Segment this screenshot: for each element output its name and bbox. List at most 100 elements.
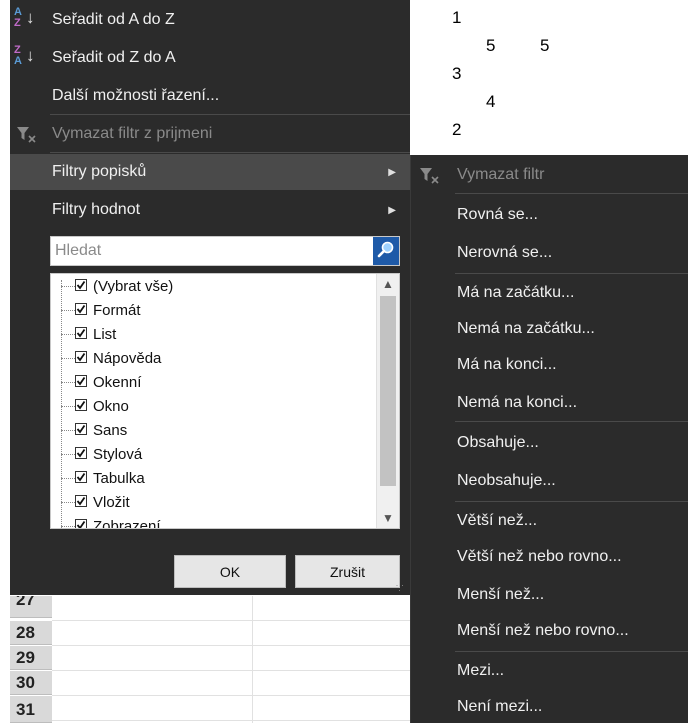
submenu-item-greater-or-equal[interactable]: Větší než nebo rovno... <box>411 541 688 573</box>
menu-separator <box>50 152 410 153</box>
sort-za-item[interactable]: Z A ↓ Seřadit od Z do A <box>10 40 410 76</box>
grid-line <box>252 596 253 723</box>
submenu-item-less-than[interactable]: Menší než... <box>411 579 688 611</box>
submenu-item-label: Nemá na začátku... <box>457 320 595 337</box>
checkbox[interactable] <box>75 279 87 291</box>
tree-line <box>61 478 75 479</box>
search-button[interactable] <box>373 237 399 265</box>
submenu-item-label: Rovná se... <box>457 206 538 223</box>
submenu-clear-filter-item[interactable]: Vymazat filtr <box>411 159 688 191</box>
chevron-down-icon[interactable]: ▼ <box>377 508 399 528</box>
ok-button[interactable]: OK <box>174 555 286 588</box>
checkbox[interactable] <box>75 327 87 339</box>
check-icon <box>76 496 86 506</box>
tree-line <box>61 406 75 407</box>
clear-filter-icon <box>16 126 40 144</box>
submenu-item-not-begins-with[interactable]: Nemá na začátku... <box>411 313 688 345</box>
submenu-item-not-equals[interactable]: Nerovná se... <box>411 237 688 269</box>
grid-line <box>52 620 412 621</box>
cancel-button[interactable]: Zrušit <box>295 555 400 588</box>
submenu-item-less-or-equal[interactable]: Menší než nebo rovno... <box>411 615 688 647</box>
submenu-item-label: Větší než nebo rovno... <box>457 548 622 565</box>
list-item-label: Okenní <box>93 373 142 391</box>
row-number: 29 <box>16 647 35 667</box>
checkbox[interactable] <box>75 303 87 315</box>
list-item-label: List <box>93 325 117 343</box>
sort-descending-icon: Z A ↓ <box>14 44 35 67</box>
submenu-item-ends-with[interactable]: Má na konci... <box>411 349 688 381</box>
submenu-item-label: Nemá na konci... <box>457 394 578 411</box>
submenu-item-begins-with[interactable]: Má na začátku... <box>411 277 688 309</box>
checkbox[interactable] <box>75 351 87 363</box>
checkbox[interactable] <box>75 495 87 507</box>
menu-separator <box>455 273 688 274</box>
check-icon <box>76 280 86 290</box>
cell-value: 1 <box>452 8 462 27</box>
check-icon <box>76 304 86 314</box>
submenu-item-not-ends-with[interactable]: Nemá na konci... <box>411 387 688 419</box>
sort-az-label: Seřadit od A do Z <box>52 11 175 28</box>
tree-line <box>61 310 75 311</box>
cell-value: 5 <box>540 36 550 55</box>
submenu-item-label: Má na začátku... <box>457 284 575 301</box>
cell-value: 2 <box>452 120 462 139</box>
list-item-label: Okno <box>93 397 129 415</box>
resize-grip-icon[interactable]: · · · <box>396 581 405 595</box>
row-header-29[interactable]: 29 <box>10 646 52 670</box>
clear-filter-item[interactable]: Vymazat filtr z prijmeni <box>10 116 410 152</box>
submenu-item-label: Obsahuje... <box>457 434 539 451</box>
tree-line <box>61 286 75 287</box>
menu-separator <box>455 501 688 502</box>
checkbox[interactable] <box>75 375 87 387</box>
submenu-item-label: Menší než... <box>457 586 545 603</box>
submenu-item-label: Má na konci... <box>457 356 557 373</box>
grid-line <box>52 695 412 696</box>
chevron-up-icon[interactable]: ▲ <box>377 274 399 294</box>
check-icon <box>76 472 86 482</box>
submenu-item-not-contains[interactable]: Neobsahuje... <box>411 465 688 497</box>
tree-line <box>61 280 62 528</box>
submenu-item-equals[interactable]: Rovná se... <box>411 199 688 231</box>
row-header-30[interactable]: 30 <box>10 671 52 695</box>
clear-filter-icon <box>419 167 443 185</box>
grid-line <box>52 645 412 646</box>
list-item-label: Vložit <box>93 493 130 511</box>
submenu-item-not-between[interactable]: Není mezi... <box>411 691 688 723</box>
row-header-28[interactable]: 28 <box>10 621 52 645</box>
sort-az-item[interactable]: A Z ↓ Seřadit od A do Z <box>10 2 410 38</box>
check-icon <box>76 328 86 338</box>
search-box <box>50 236 400 266</box>
submenu-item-greater-than[interactable]: Větší než... <box>411 505 688 537</box>
list-item-label: Formát <box>93 301 141 319</box>
grid-line <box>52 670 412 671</box>
label-filters-item[interactable]: Filtry popisků ▶ <box>10 154 410 190</box>
check-icon <box>76 520 86 528</box>
search-input[interactable] <box>51 237 381 265</box>
tree-line <box>61 454 75 455</box>
checkbox[interactable] <box>75 447 87 459</box>
value-filters-item[interactable]: Filtry hodnot ▶ <box>10 192 410 228</box>
checkbox[interactable] <box>75 423 87 435</box>
grid-line <box>52 720 412 721</box>
label-filters-submenu: Vymazat filtr Rovná se... Nerovná se... … <box>410 155 688 723</box>
checkbox[interactable] <box>75 519 87 528</box>
search-icon <box>377 240 395 263</box>
row-number: 28 <box>16 622 35 642</box>
sort-ascending-icon: A Z ↓ <box>14 6 35 29</box>
scrollbar-thumb[interactable] <box>380 296 396 486</box>
submenu-item-label: Větší než... <box>457 512 538 529</box>
row-header-27[interactable]: 27 <box>10 596 52 618</box>
checkbox[interactable] <box>75 471 87 483</box>
submenu-item-contains[interactable]: Obsahuje... <box>411 427 688 459</box>
submenu-item-label: Není mezi... <box>457 698 543 715</box>
checkbox[interactable] <box>75 399 87 411</box>
tree-line <box>61 430 75 431</box>
submenu-item-between[interactable]: Mezi... <box>411 655 688 687</box>
value-list: (Vybrat vše) Formát List Nápověda Okenní… <box>50 273 400 529</box>
list-scrollbar[interactable]: ▲ ▼ <box>376 274 399 528</box>
row-header-31[interactable]: 31 <box>10 696 52 723</box>
menu-separator <box>50 114 410 115</box>
more-sort-options-item[interactable]: Další možnosti řazení... <box>10 78 410 114</box>
submenu-item-label: Nerovná se... <box>457 244 553 261</box>
clear-filter-label: Vymazat filtr z prijmeni <box>52 125 213 142</box>
